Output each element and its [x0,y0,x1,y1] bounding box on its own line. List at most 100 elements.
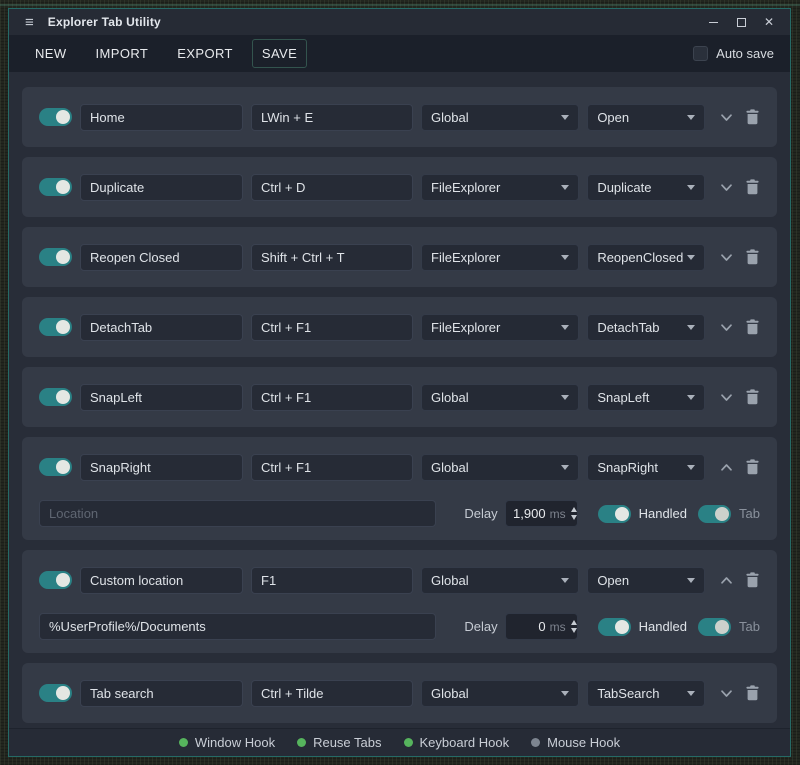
chevron-down-icon [687,691,695,696]
trash-icon[interactable] [744,458,760,476]
spinner-up-icon[interactable] [571,620,577,625]
row-scope-select[interactable]: Global [421,384,579,411]
row-action-select[interactable]: SnapRight [587,454,705,481]
row-delay-input[interactable] [510,506,546,521]
row-handled-toggle[interactable] [598,505,631,523]
row-delay-label: Delay [464,506,497,521]
expand-chevron-icon[interactable] [717,178,735,196]
toggle-knob [56,460,70,474]
row-scope-select[interactable]: FileExplorer [421,244,579,271]
row-hotkey-input[interactable] [251,567,413,594]
row-enabled-toggle[interactable] [39,248,72,266]
row-scope-select[interactable]: Global [421,454,579,481]
row-handled-toggle[interactable] [598,618,631,636]
row-hotkey-input[interactable] [251,104,413,131]
chevron-down-icon [687,578,695,583]
expand-chevron-icon[interactable] [717,318,735,336]
delay-spinner[interactable] [571,507,577,520]
trash-icon[interactable] [744,108,760,126]
spinner-down-icon[interactable] [571,515,577,520]
row-enabled-toggle[interactable] [39,458,72,476]
row-hotkey-input[interactable] [251,454,413,481]
toggle-knob [615,620,629,634]
toggle-knob [615,507,629,521]
menu-item-save[interactable]: SAVE [252,39,307,68]
row-action-value: DetachTab [597,320,659,335]
row-scope-select[interactable]: FileExplorer [421,314,579,341]
row-action-select[interactable]: DetachTab [587,314,705,341]
chevron-down-icon [687,325,695,330]
row-action-select[interactable]: Open [587,104,705,131]
row-enabled-toggle[interactable] [39,108,72,126]
row-scope-select[interactable]: Global [421,567,579,594]
row-handled-label: Handled [639,619,687,634]
delay-spinner[interactable] [571,620,577,633]
maximize-icon [737,18,746,27]
row-delay-input[interactable] [510,619,546,634]
row-hotkey-input[interactable] [251,174,413,201]
row-location-input[interactable] [39,613,436,640]
menu-item-new[interactable]: NEW [25,39,77,68]
trash-icon[interactable] [744,318,760,336]
row-scope-value: FileExplorer [431,320,500,335]
app-window: ≡ Explorer Tab Utility ✕ NEW IMPORT EXPO… [8,8,791,757]
row-tab-toggle[interactable] [698,505,731,523]
trash-icon[interactable] [744,571,760,589]
row-tab-toggle[interactable] [698,618,731,636]
row-action-select[interactable]: TabSearch [587,680,705,707]
row-enabled-toggle[interactable] [39,571,72,589]
toggle-knob [56,686,70,700]
row-action-select[interactable]: SnapLeft [587,384,705,411]
row-hotkey-input[interactable] [251,384,413,411]
row-hotkey-input[interactable] [251,244,413,271]
hamburger-menu-icon[interactable]: ≡ [19,15,40,30]
row-name-input[interactable] [80,244,243,271]
trash-icon[interactable] [744,684,760,702]
hotkey-row-main: Global Open [22,87,777,147]
row-action-select[interactable]: Duplicate [587,174,705,201]
row-action-select[interactable]: ReopenClosed [587,244,705,271]
row-hotkey-input[interactable] [251,680,413,707]
toggle-knob [56,390,70,404]
trash-icon[interactable] [744,178,760,196]
toggle-knob [715,620,729,634]
row-action-select[interactable]: Open [587,567,705,594]
row-name-input[interactable] [80,314,243,341]
row-enabled-toggle[interactable] [39,318,72,336]
expand-chevron-icon[interactable] [717,388,735,406]
row-scope-select[interactable]: FileExplorer [421,174,579,201]
minimize-button[interactable] [702,12,724,32]
menu-item-export[interactable]: EXPORT [167,39,243,68]
chevron-down-icon [561,465,569,470]
row-name-input[interactable] [80,454,243,481]
spinner-up-icon[interactable] [571,507,577,512]
expand-chevron-icon[interactable] [717,458,735,476]
row-enabled-toggle[interactable] [39,684,72,702]
auto-save-checkbox[interactable] [693,46,708,61]
row-location-input[interactable] [39,500,436,527]
row-scope-value: Global [431,573,469,588]
hotkey-row-main: Global Open [22,550,777,610]
row-enabled-toggle[interactable] [39,178,72,196]
row-name-input[interactable] [80,567,243,594]
expand-chevron-icon[interactable] [717,108,735,126]
row-scope-select[interactable]: Global [421,680,579,707]
close-button[interactable]: ✕ [758,12,780,32]
maximize-button[interactable] [730,12,752,32]
row-delay-label: Delay [464,619,497,634]
row-scope-select[interactable]: Global [421,104,579,131]
menu-item-import[interactable]: IMPORT [86,39,159,68]
spinner-down-icon[interactable] [571,628,577,633]
row-hotkey-input[interactable] [251,314,413,341]
row-name-input[interactable] [80,680,243,707]
row-name-input[interactable] [80,104,243,131]
expand-chevron-icon[interactable] [717,684,735,702]
expand-chevron-icon[interactable] [717,248,735,266]
row-name-input[interactable] [80,174,243,201]
expand-chevron-icon[interactable] [717,571,735,589]
trash-icon[interactable] [744,248,760,266]
row-name-input[interactable] [80,384,243,411]
row-enabled-toggle[interactable] [39,388,72,406]
trash-icon[interactable] [744,388,760,406]
status-dot [297,738,306,747]
